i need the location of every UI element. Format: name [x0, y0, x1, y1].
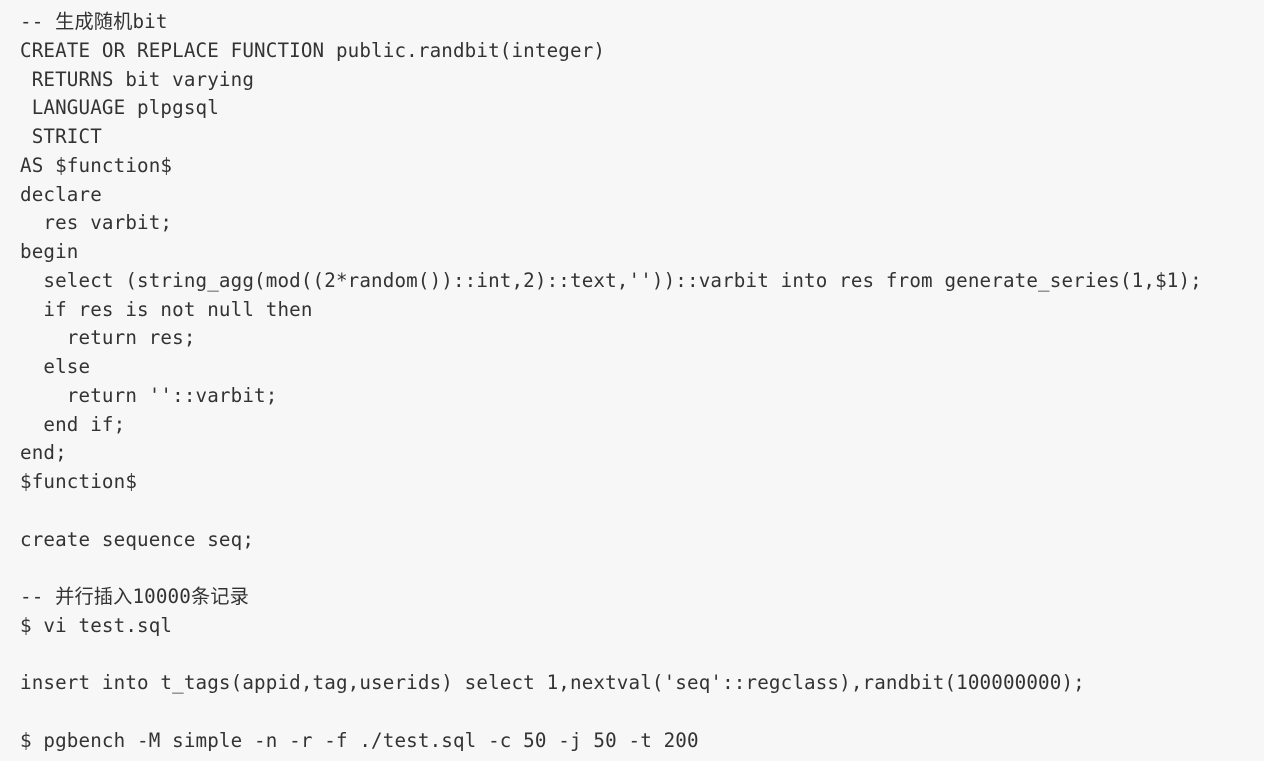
code-line: if res is not null then: [20, 297, 313, 321]
code-line: declare: [20, 182, 102, 206]
comment-line: -- 并行插入10000条记录: [20, 585, 249, 608]
code-line: CREATE OR REPLACE FUNCTION public.randbi…: [20, 38, 606, 62]
code-line: end if;: [20, 412, 126, 436]
code-line: end;: [20, 441, 67, 465]
code-line: RETURNS bit varying: [20, 67, 255, 91]
code-line: else: [20, 355, 91, 378]
shell-command-line: $ pgbench -M simple -n -r -f ./test.sql …: [20, 728, 699, 752]
code-line: return res;: [20, 326, 196, 350]
comment-line: -- 生成随机bit: [20, 10, 168, 33]
code-line: LANGUAGE plpgsql: [20, 96, 219, 120]
code-line: STRICT: [20, 125, 102, 148]
code-line: AS $function$: [20, 153, 173, 177]
code-block: -- 生成随机bit CREATE OR REPLACE FUNCTION pu…: [0, 0, 1264, 761]
code-line: return ''::varbit;: [20, 383, 278, 407]
code-line: $function$: [20, 470, 138, 493]
code-line: begin: [20, 240, 79, 263]
code-line: insert into t_tags(appid,tag,userids) se…: [20, 671, 1085, 695]
shell-command-line: $ vi test.sql: [20, 613, 173, 637]
code-line: res varbit;: [20, 211, 173, 235]
code-line: create sequence seq;: [20, 527, 255, 551]
code-line: select (string_agg(mod((2*random())::int…: [20, 268, 1202, 292]
